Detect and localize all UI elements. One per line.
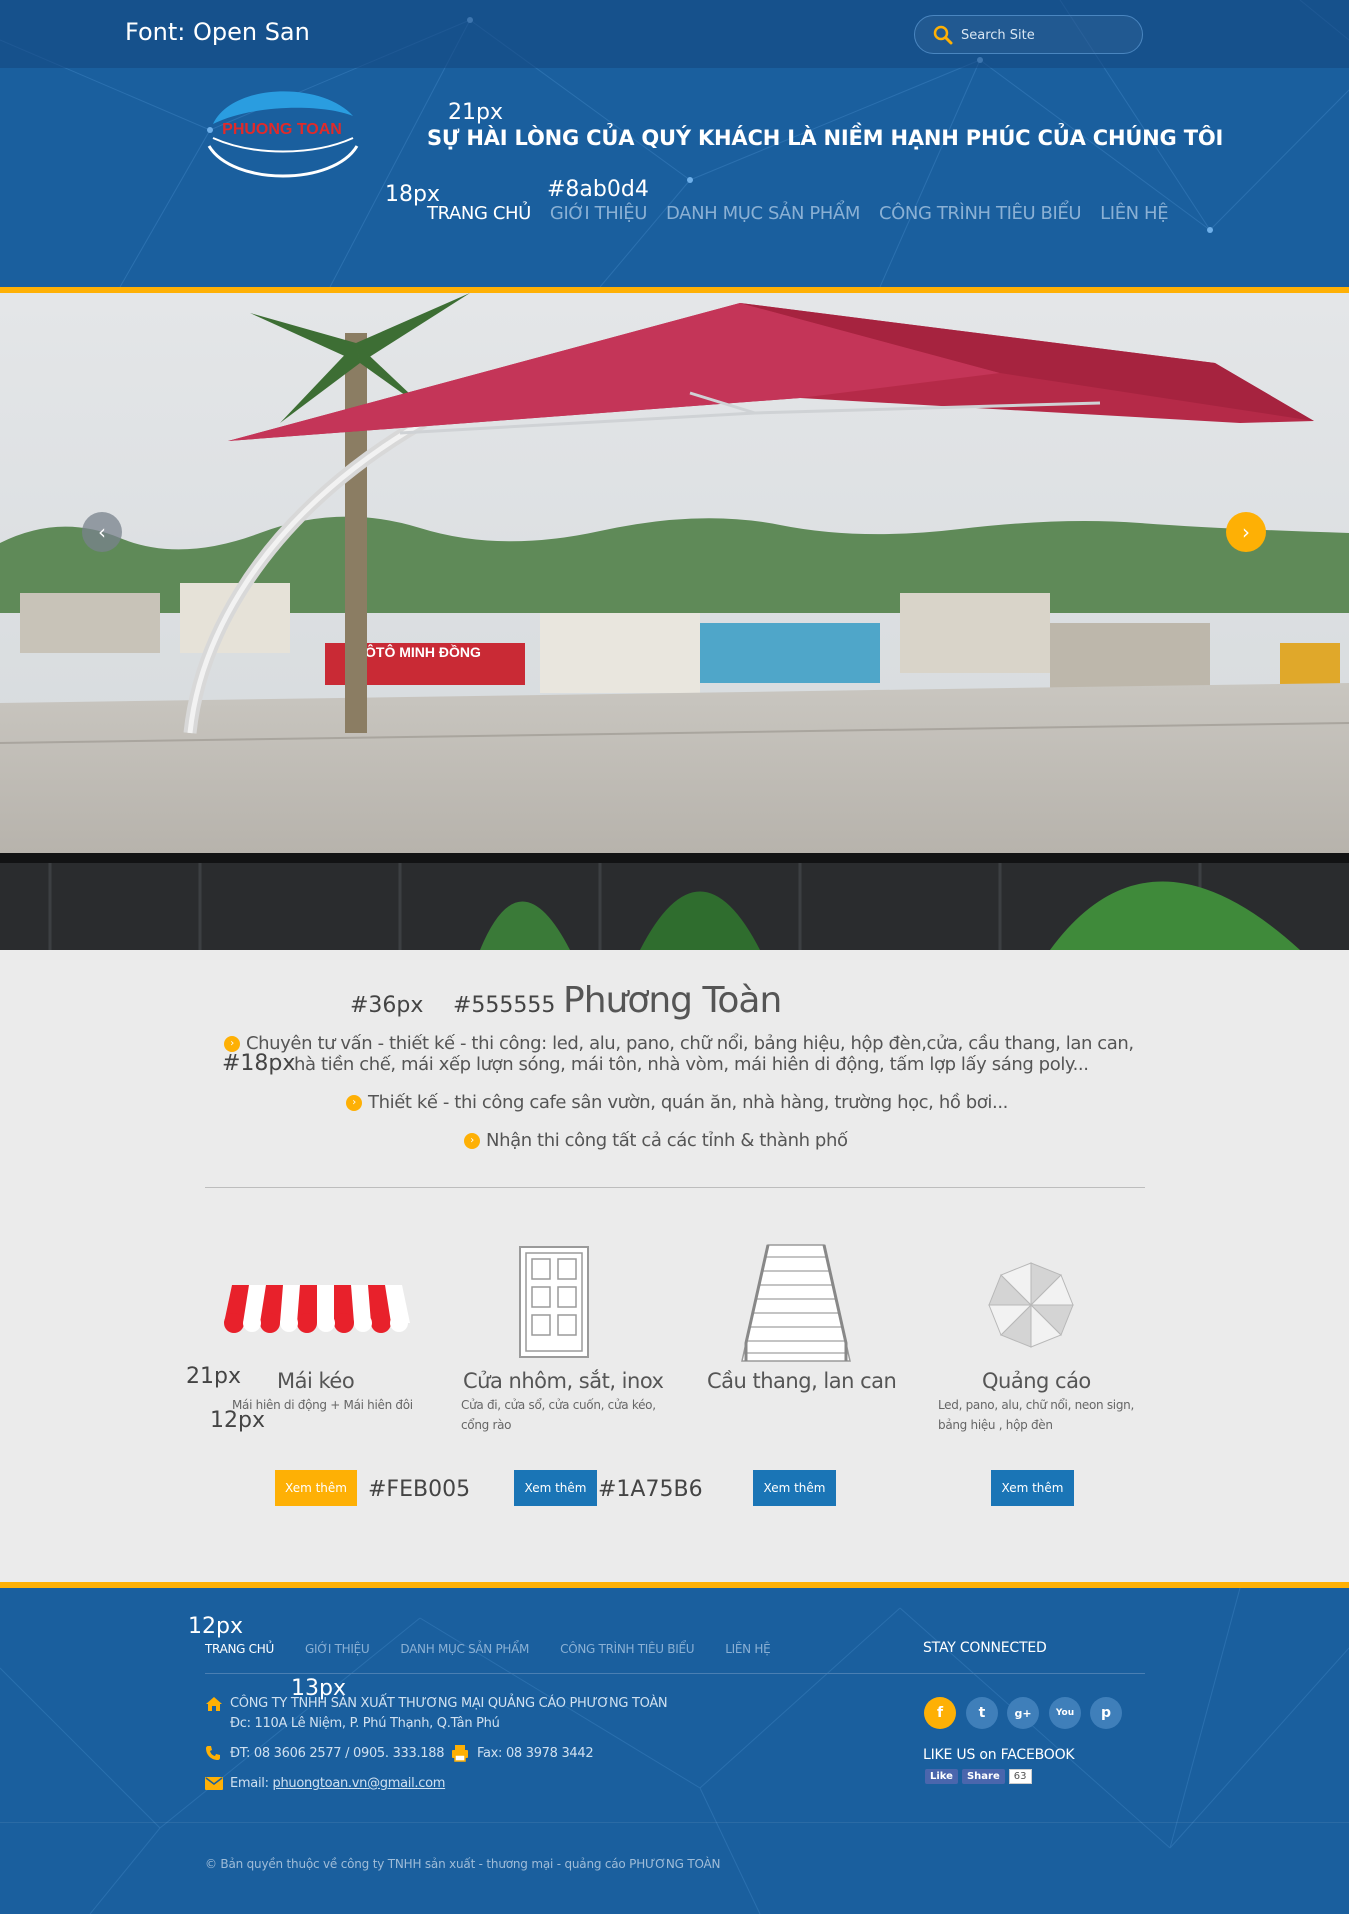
footer-email-link[interactable]: phuongtoan.vn@gmail.com — [273, 1776, 446, 1791]
footer-bottom-divider — [0, 1822, 1349, 1823]
page: Font: Open San PHUONG TOAN 21px SỰ HÀI L… — [0, 0, 1349, 1914]
section-divider — [205, 1187, 1145, 1188]
home-icon — [206, 1697, 222, 1711]
chevron-right-icon: › — [464, 1133, 480, 1149]
chevron-right-icon: › — [224, 1036, 240, 1052]
service-title-ads: Quảng cáo — [982, 1369, 1091, 1393]
intro-bullet-1-cont: hà tiền chế, mái xếp lượn sóng, mái tôn,… — [294, 1054, 1089, 1075]
nav-item-contact[interactable]: LIÊN HỆ — [1100, 203, 1168, 224]
service-desc-size-annotation: 12px — [210, 1408, 265, 1433]
nav-item-about[interactable]: GIỚI THIỆU — [550, 203, 648, 224]
chevron-right-icon: › — [1242, 520, 1250, 544]
hero-image: ÔTÔ MINH ĐỒNG — [0, 293, 1349, 950]
fb-like-button[interactable]: Like — [925, 1769, 958, 1784]
intro-title-size-annotation: #36px — [350, 993, 424, 1018]
youtube-icon[interactable]: You — [1049, 1697, 1081, 1729]
main-nav: TRANG CHỦ GIỚI THIỆU DANH MỤC SẢN PHẨM C… — [427, 203, 1187, 224]
footer-divider — [205, 1673, 1145, 1674]
header: Font: Open San PHUONG TOAN 21px SỰ HÀI L… — [0, 0, 1349, 287]
footer: 12px TRANG CHỦ GIỚI THIỆU DANH MỤC SẢN P… — [0, 1588, 1349, 1914]
footer-nav-contact[interactable]: LIÊN HỆ — [725, 1642, 770, 1656]
google-plus-icon[interactable]: g+ — [1007, 1697, 1039, 1729]
copyright: © Bản quyền thuộc về công ty TNHH sản xu… — [205, 1857, 721, 1871]
stairs-icon — [741, 1244, 851, 1362]
footer-fax: Fax: 08 3978 3442 — [477, 1746, 594, 1761]
nav-item-products[interactable]: DANH MỤC SẢN PHẨM — [666, 203, 860, 224]
service-more-button-awning[interactable]: Xem thêm — [275, 1470, 357, 1506]
footer-nav-size-annotation: 12px — [188, 1614, 243, 1639]
facebook-icon[interactable]: f — [924, 1697, 956, 1729]
service-desc-door: Cửa đi, cửa sổ, cửa cuốn, cửa kéo, cổng r… — [461, 1398, 656, 1432]
intro-title-color-annotation: #555555 — [453, 993, 556, 1018]
slogan: SỰ HÀI LÒNG CỦA QUÝ KHÁCH LÀ NIỀM HẠNH P… — [427, 126, 1224, 150]
service-desc-ads: Led, pano, alu, chữ nổi, neon sign, bảng … — [938, 1398, 1134, 1432]
phone-icon — [206, 1746, 220, 1760]
service-more-button-door[interactable]: Xem thêm — [514, 1470, 597, 1506]
footer-phone: ĐT: 08 3606 2577 / 0905. 333.188 — [230, 1746, 445, 1761]
slider-prev-button[interactable]: ‹ — [82, 512, 122, 552]
chevron-left-icon: ‹ — [98, 520, 106, 544]
footer-nav-about[interactable]: GIỚI THIỆU — [305, 1642, 370, 1656]
footer-company: CÔNG TY TNHH SẢN XUẤT THƯƠNG MẠI QUẢNG C… — [230, 1696, 668, 1711]
service-more-button-stairs[interactable]: Xem thêm — [753, 1470, 836, 1506]
intro-bullet-3: › Nhận thi công tất cả các tỉnh & thành p… — [464, 1130, 848, 1151]
logo[interactable]: PHUONG TOAN — [203, 86, 361, 182]
service-more-button-ads[interactable]: Xem thêm — [991, 1470, 1074, 1506]
orange-color-annotation: #FEB005 — [368, 1477, 471, 1502]
facebook-buttons: Like Share 63 — [925, 1769, 1032, 1784]
footer-nav-home[interactable]: TRANG CHỦ — [205, 1642, 274, 1656]
service-title-door: Cửa nhôm, sắt, inox — [463, 1369, 664, 1393]
service-title-stairs: Cầu thang, lan can — [707, 1369, 897, 1393]
slider-next-button[interactable]: › — [1226, 512, 1266, 552]
logo-text: PHUONG TOAN — [222, 121, 342, 138]
search-icon — [933, 25, 953, 45]
search-box[interactable] — [914, 15, 1143, 54]
nav-item-home[interactable]: TRANG CHỦ — [427, 203, 531, 224]
pinterest-icon[interactable]: p — [1090, 1697, 1122, 1729]
email-icon — [205, 1777, 223, 1790]
sign-text: ÔTÔ MINH ĐỒNG — [365, 643, 481, 660]
nav-color-annotation: #8ab0d4 — [547, 177, 649, 202]
font-annotation: Font: Open San — [125, 18, 310, 46]
fb-share-count: 63 — [1008, 1769, 1032, 1784]
door-icon — [519, 1246, 589, 1358]
footer-address: Đc: 110A Lê Niệm, P. Phú Thạnh, Q.Tân Ph… — [230, 1716, 500, 1731]
footer-nav-projects[interactable]: CÔNG TRÌNH TIÊU BIỂU — [560, 1642, 694, 1656]
footer-email-line: Email: phuongtoan.vn@gmail.com — [230, 1776, 446, 1791]
hero-slider: ÔTÔ MINH ĐỒNG ‹ › — [0, 293, 1349, 950]
chevron-right-icon: › — [346, 1095, 362, 1111]
like-us-heading: LIKE US on FACEBOOK — [923, 1747, 1075, 1763]
blue-color-annotation: #1A75B6 — [598, 1477, 703, 1502]
fax-icon — [452, 1745, 468, 1762]
awning-icon — [224, 1285, 410, 1333]
slogan-size-annotation: 21px — [448, 100, 503, 125]
nav-item-projects[interactable]: CÔNG TRÌNH TIÊU BIỂU — [879, 203, 1082, 224]
search-input[interactable] — [961, 22, 1131, 48]
service-title-awning: Mái kéo — [277, 1369, 355, 1393]
footer-nav: TRANG CHỦ GIỚI THIỆU DANH MỤC SẢN PHẨM C… — [205, 1642, 801, 1656]
intro-text-size-annotation: #18px — [222, 1051, 296, 1076]
fb-share-button[interactable]: Share — [961, 1769, 1005, 1784]
footer-nav-products[interactable]: DANH MỤC SẢN PHẨM — [400, 1642, 529, 1656]
intro-bullet-1: › Chuyên tư vấn - thiết kế - thi công: le… — [224, 1033, 1134, 1054]
intro-bullet-2: › Thiết kế - thi công cafe sân vườn, quán… — [346, 1092, 1008, 1113]
umbrella-icon — [988, 1262, 1074, 1348]
intro-title: Phương Toàn — [563, 980, 782, 1021]
stay-connected-heading: STAY CONNECTED — [923, 1640, 1047, 1656]
twitter-icon[interactable]: t — [966, 1697, 998, 1729]
service-title-size-annotation: 21px — [186, 1364, 241, 1389]
